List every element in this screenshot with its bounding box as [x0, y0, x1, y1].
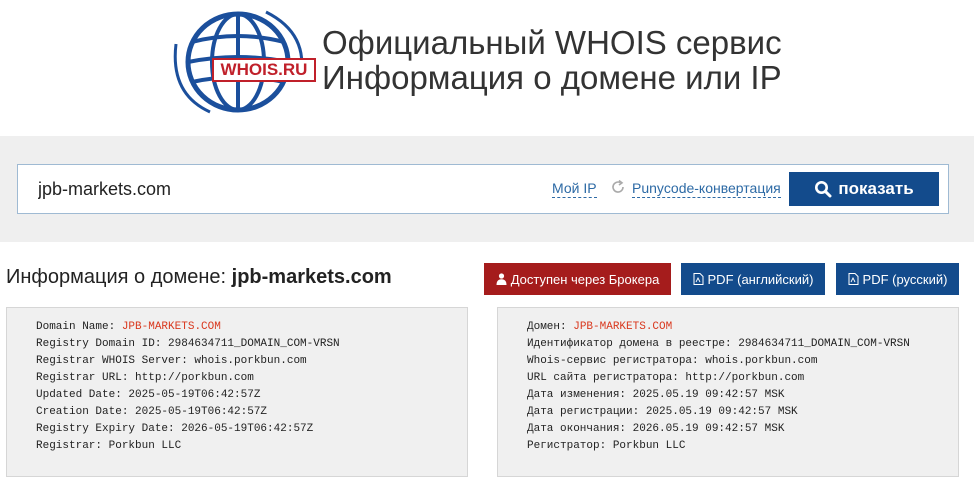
whois-line: Registry Expiry Date: 2026-05-19T06:42:5… [36, 423, 314, 435]
pdf-icon [693, 273, 704, 285]
whois-line: Домен: JPB-MARKETS.COM [527, 319, 958, 336]
whois-line: Whois-сервис регистратора: whois.porkbun… [527, 355, 818, 367]
heading-domain: jpb-markets.com [231, 266, 392, 288]
whois-line: Registrar URL: http://porkbun.com [36, 372, 254, 384]
whois-panel-english: Domain Name: JPB-MARKETS.COM Registry Do… [6, 307, 468, 477]
whois-line: Registrar: Porkbun LLC [36, 440, 182, 452]
domain-search-input[interactable] [38, 176, 538, 202]
field-label: Domain Name: [36, 321, 122, 333]
site-header: WHOIS.RU Официальный WHOIS сервис Информ… [0, 0, 974, 136]
whois-line: Регистратор: Porkbun LLC [527, 440, 686, 452]
pdf-icon [848, 273, 859, 285]
punycode-link[interactable]: Punycode-конвертация [632, 180, 781, 198]
whois-line: Дата окончания: 2026.05.19 09:42:57 MSK [527, 423, 785, 435]
whois-line: Updated Date: 2025-05-19T06:42:57Z [36, 389, 261, 401]
pdf-russian-button[interactable]: PDF (русский) [836, 263, 959, 295]
whois-line: Domain Name: JPB-MARKETS.COM [36, 319, 467, 336]
broker-button-label: Доступен через Брокера [510, 271, 660, 287]
broker-button[interactable]: Доступен через Брокера [484, 263, 671, 295]
domain-name-value: JPB-MARKETS.COM [121, 321, 221, 333]
search-band: Мой IP Punycode-конвертация показать [0, 136, 974, 242]
heading-prefix: Информация о домене: [6, 266, 232, 288]
whois-line: Идентификатор домена в реестре: 29846347… [527, 338, 910, 350]
pdf-russian-label: PDF (русский) [862, 271, 948, 287]
whois-panel-russian: Домен: JPB-MARKETS.COM Идентификатор дом… [497, 307, 959, 477]
domain-info-heading: Информация о домене: jpb-markets.com [6, 266, 392, 289]
whois-line: Creation Date: 2025-05-19T06:42:57Z [36, 406, 268, 418]
whois-line: Registrar WHOIS Server: whois.porkbun.co… [36, 355, 307, 367]
refresh-icon [612, 179, 624, 193]
search-box: Мой IP Punycode-конвертация показать [17, 164, 949, 214]
field-label: Домен: [527, 321, 574, 333]
search-icon [815, 181, 832, 198]
domain-name-value: JPB-MARKETS.COM [573, 321, 673, 333]
my-ip-link[interactable]: Мой IP [552, 180, 597, 198]
pdf-english-button[interactable]: PDF (английский) [681, 263, 825, 295]
logo-wordmark: WHOIS.RU [212, 58, 316, 82]
site-subtitle: Информация о домене или IP [322, 59, 782, 96]
whois-line: Дата регистрации: 2025.05.19 09:42:57 MS… [527, 406, 798, 418]
pdf-english-label: PDF (английский) [707, 271, 814, 287]
whois-line: Registry Domain ID: 2984634711_DOMAIN_CO… [36, 338, 340, 350]
user-icon [496, 273, 507, 285]
show-button-label: показать [838, 179, 914, 198]
show-button[interactable]: показать [789, 172, 939, 206]
whois-line: URL сайта регистратора: http://porkbun.c… [527, 372, 805, 384]
site-title: Официальный WHOIS сервис [322, 24, 782, 61]
whois-line: Дата изменения: 2025.05.19 09:42:57 MSK [527, 389, 785, 401]
